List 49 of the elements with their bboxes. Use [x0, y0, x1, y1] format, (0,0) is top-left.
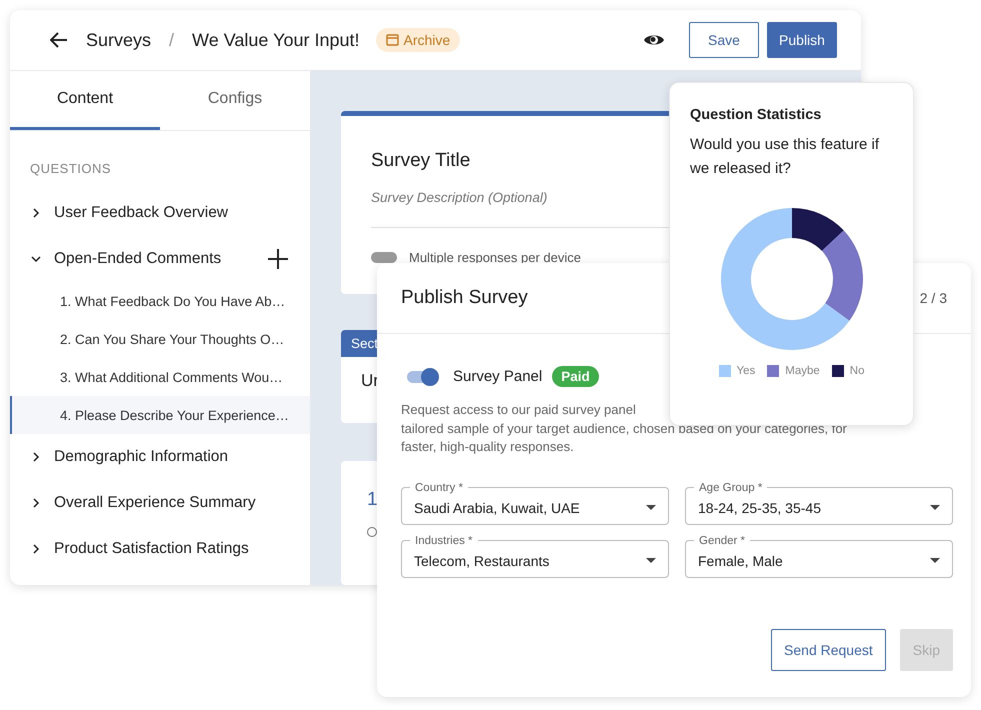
question-item[interactable]: 1. What Feedback Do You Have Ab… — [10, 282, 310, 320]
breadcrumb-link[interactable]: Surveys — [86, 30, 152, 50]
question-number: 1 — [367, 488, 378, 511]
add-icon[interactable] — [268, 249, 288, 269]
field-label: Age Group * — [698, 480, 764, 494]
select-field[interactable]: Age Group * 18-24, 25-35, 35-45 — [685, 480, 953, 524]
toggle-label: Multiple responses per device — [409, 250, 581, 265]
status-label: Archive — [404, 32, 450, 48]
question-group[interactable]: User Feedback Overview — [54, 204, 228, 222]
field-label: Country * — [414, 480, 464, 494]
dropdown-icon — [930, 558, 940, 563]
paid-badge: Paid — [552, 366, 599, 387]
dropdown-icon — [646, 558, 656, 563]
sidebar-tab[interactable]: Content — [10, 71, 160, 130]
survey-name: We Value Your Input! — [192, 30, 360, 50]
select-field[interactable]: Gender * Female, Male — [685, 534, 953, 578]
question-item[interactable]: 3. What Additional Comments Wou… — [10, 358, 310, 396]
field-label: Industries * — [414, 534, 474, 548]
legend-label: Maybe — [785, 365, 820, 377]
toggle-label: Survey Panel — [453, 368, 542, 385]
breadcrumb-separator: / — [169, 30, 174, 50]
dialog-button[interactable]: Send Request — [771, 629, 886, 671]
step-counter: 2 / 3 — [920, 290, 947, 306]
question-item[interactable]: 2. Can You Share Your Thoughts O… — [10, 320, 310, 358]
question-item[interactable]: 4. Please Describe Your Experience… — [10, 396, 310, 434]
card-title: Question Statistics — [690, 107, 822, 123]
header-button[interactable]: Save — [689, 22, 759, 58]
toggle-switch[interactable] — [371, 252, 397, 263]
question-text: Would you use this feature if we released it? — [690, 135, 880, 179]
dropdown-icon — [646, 505, 656, 510]
question-group[interactable]: Overall Experience Summary — [54, 494, 256, 512]
back-arrow-icon[interactable] — [50, 32, 68, 48]
calendar-icon — [386, 34, 399, 46]
question-group[interactable]: Demographic Information — [54, 448, 228, 466]
select-field[interactable]: Industries * Telecom, Restaurants — [401, 534, 669, 578]
sidebar-tab[interactable]: Configs — [160, 71, 310, 130]
question-group[interactable]: Product Satisfaction Ratings — [54, 540, 249, 558]
field-label: Gender * — [698, 534, 746, 548]
survey-title[interactable]: Survey Title — [371, 150, 470, 172]
toggle-switch[interactable] — [407, 370, 437, 382]
section-label: QUESTIONS — [29, 160, 112, 178]
legend-label: No — [850, 365, 864, 377]
legend-label: Yes — [736, 365, 756, 377]
dialog-title: Publish Survey — [401, 287, 528, 309]
description-field[interactable]: Survey Description (Optional) — [371, 190, 548, 205]
header-button[interactable]: Publish — [767, 22, 837, 58]
dropdown-icon — [930, 505, 940, 510]
select-field[interactable]: Country * Saudi Arabia, Kuwait, UAE — [401, 480, 669, 524]
question-group[interactable]: Open-Ended Comments — [54, 250, 222, 268]
